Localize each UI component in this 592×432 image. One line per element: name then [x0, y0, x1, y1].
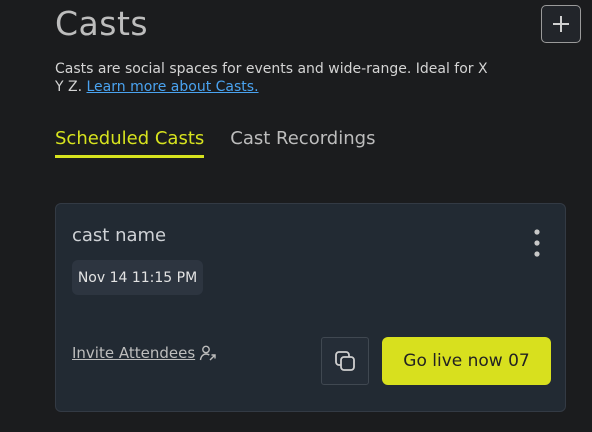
vertical-dots-icon: [534, 229, 540, 257]
add-cast-button[interactable]: [541, 5, 581, 43]
tab-cast-recordings[interactable]: Cast Recordings: [230, 128, 375, 158]
user-share-icon: [199, 345, 216, 361]
tab-scheduled-casts[interactable]: Scheduled Casts: [55, 128, 205, 158]
invite-attendees-label: Invite Attendees: [72, 344, 196, 362]
page-description: Casts are social spaces for events and w…: [55, 60, 495, 96]
cast-card: cast name Nov 14 11:15 PM Invite Attende…: [55, 203, 566, 412]
go-live-button[interactable]: Go live now 07: [382, 337, 551, 385]
invite-attendees-link[interactable]: Invite Attendees: [72, 344, 217, 362]
cast-date-badge: Nov 14 11:15 PM: [72, 260, 203, 295]
cast-name: cast name: [72, 225, 167, 246]
tab-bar: Scheduled Casts Cast Recordings: [55, 128, 401, 158]
casts-page: Casts Casts are social spaces for events…: [0, 0, 592, 432]
copy-icon: [335, 351, 355, 371]
plus-icon: [553, 16, 569, 32]
learn-more-link[interactable]: Learn more about Casts.: [87, 79, 259, 95]
copy-link-button[interactable]: [321, 337, 369, 385]
page-title: Casts: [55, 4, 149, 43]
more-options-button[interactable]: [531, 228, 543, 258]
